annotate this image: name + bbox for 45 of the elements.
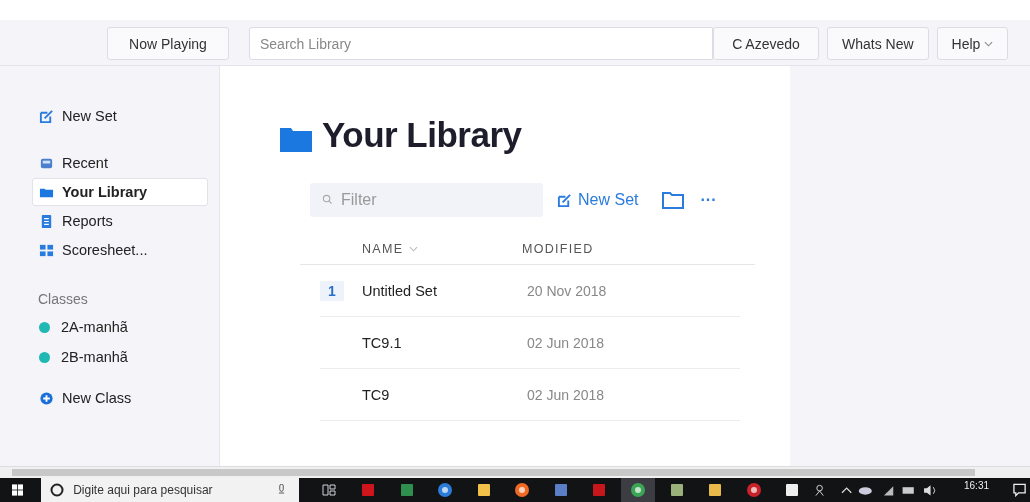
table-cell[interactable]: TC9	[362, 386, 527, 403]
search-field[interactable]: Search Library	[249, 27, 713, 60]
caret-icon	[984, 40, 994, 47]
count-badge: 1	[320, 280, 344, 301]
menu-button[interactable]: C Azevedo	[713, 27, 819, 60]
windows-icon[interactable]	[12, 484, 24, 496]
folder-icon	[280, 126, 312, 152]
new-class-link[interactable]: New Class	[32, 384, 208, 412]
new-set-link[interactable]: New Set	[557, 191, 639, 209]
sidebar-item[interactable]: Reports	[32, 207, 208, 235]
microphone-icon[interactable]	[277, 484, 285, 495]
search-icon	[50, 483, 65, 497]
grid-icon	[39, 242, 54, 258]
document-icon	[39, 213, 54, 229]
taskbar-search-field[interactable]: Digite aqui para pesquisar	[41, 478, 299, 502]
edit-icon	[39, 108, 54, 124]
table-cell: 02 Jun 2018	[527, 334, 605, 351]
column-header[interactable]: MODIFIED	[522, 242, 594, 256]
plus-icon	[39, 390, 54, 406]
caret-icon	[409, 246, 419, 252]
menu-button[interactable]: Help	[936, 27, 1009, 60]
page-title: Your Library	[322, 115, 522, 155]
table-cell: 02 Jun 2018	[527, 386, 605, 403]
table-cell: 20 Nov 2018	[527, 282, 607, 299]
clock-time[interactable]: 16:31	[964, 480, 989, 491]
class-item[interactable]: 2A-manhã	[32, 312, 208, 342]
filter-field[interactable]: Filter	[310, 183, 543, 217]
scrollbar[interactable]	[0, 466, 1030, 478]
table-cell[interactable]: Untitled Set	[362, 282, 527, 299]
table-cell[interactable]: TC9.1	[362, 334, 527, 351]
section-heading: Classes	[38, 291, 88, 307]
sidebar-item[interactable]: Your Library	[32, 178, 208, 206]
sidebar-item[interactable]: Scoresheet...	[32, 236, 208, 264]
menu-button[interactable]: Whats New	[827, 27, 929, 60]
column-header[interactable]: NAME	[362, 242, 522, 256]
new-set-link[interactable]: New Set	[32, 102, 208, 130]
sidebar-item[interactable]: Recent	[32, 149, 208, 177]
folder-icon[interactable]	[662, 191, 685, 209]
app-icon[interactable]	[621, 478, 655, 502]
search-icon	[322, 194, 333, 205]
edit-icon	[557, 192, 572, 208]
class-item[interactable]: 2B-manhã	[32, 342, 208, 372]
notification-icon[interactable]	[1013, 483, 1027, 497]
more-button[interactable]: ···	[700, 191, 717, 209]
now-playing-button[interactable]: Now Playing	[107, 27, 229, 60]
